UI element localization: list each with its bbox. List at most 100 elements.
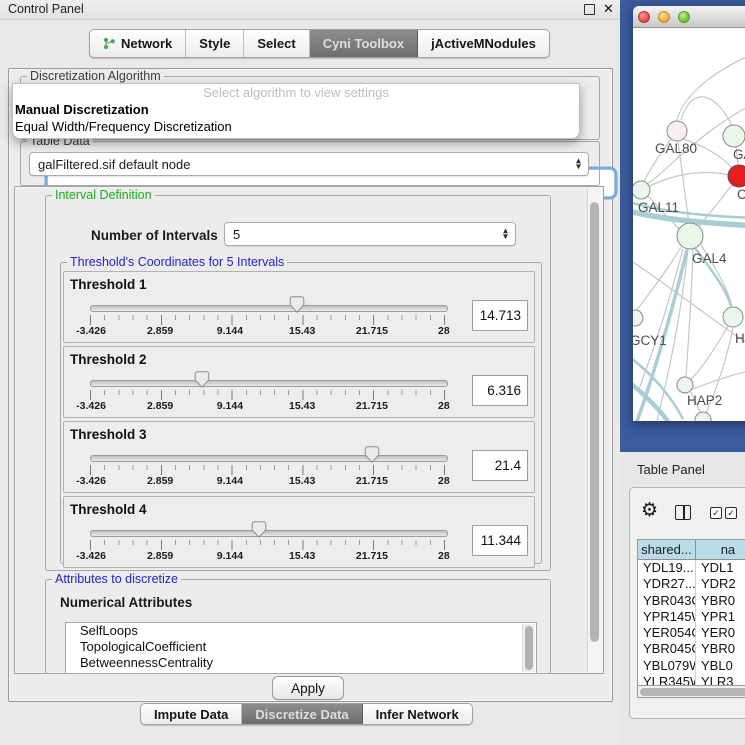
tab-style[interactable]: Style: [186, 30, 244, 57]
tab-select[interactable]: Select: [244, 30, 309, 57]
float-window-icon[interactable]: [584, 4, 595, 15]
scrollbar-thumb[interactable]: [640, 688, 745, 696]
tab-label: Select: [257, 36, 295, 51]
table-row[interactable]: YDL19...YDL1: [638, 560, 745, 576]
slider-ticks: [90, 390, 446, 400]
tab-label: jActiveMNodules: [431, 36, 536, 51]
network-window-titlebar[interactable]: [633, 6, 745, 28]
tab-label: Style: [199, 36, 230, 51]
table-panel-body: ⚙ ✓ ✓ shared... na YDL19...YDL1 YDR27...…: [629, 487, 745, 719]
tab-impute-data[interactable]: Impute Data: [141, 704, 242, 724]
node-label: H: [735, 331, 745, 346]
slider-ticks: [90, 540, 446, 550]
tab-network[interactable]: Network: [90, 30, 186, 57]
slider-tick-labels: -3.4262.859 9.14415.43 21.71528: [90, 400, 446, 412]
threshold-value-field[interactable]: [472, 450, 528, 481]
tab-jactivemnodules[interactable]: jActiveMNodules: [418, 30, 549, 57]
network-node[interactable]: [677, 377, 693, 393]
tab-cyni-toolbox[interactable]: Cyni Toolbox: [310, 30, 418, 57]
table-row[interactable]: YPR145WYPR1: [638, 609, 745, 625]
scrollbar-thumb[interactable]: [590, 202, 599, 642]
node-label: GAL: [733, 147, 745, 162]
combobox-value: 5: [233, 227, 240, 242]
slider-tick-labels: -3.4262.859 9.14415.43 21.71528: [90, 325, 446, 337]
slider-thumb[interactable]: [252, 521, 267, 541]
group-label: Attributes to discretize: [52, 572, 181, 586]
threshold-value-field[interactable]: [472, 525, 528, 556]
close-traffic-light[interactable]: [638, 11, 650, 23]
dropdown-item-manual[interactable]: Manual Discretization: [13, 101, 579, 118]
tab-label: Cyni Toolbox: [323, 36, 404, 51]
network-node[interactable]: [695, 412, 711, 421]
table-row[interactable]: YBR045CYBR0: [638, 641, 745, 657]
minimize-traffic-light[interactable]: [658, 11, 670, 23]
group-label: Interval Definition: [52, 188, 155, 202]
network-node[interactable]: [667, 121, 687, 141]
tab-discretize-data[interactable]: Discretize Data: [242, 704, 362, 724]
table-panel: Table Panel ⚙ ✓ ✓ shared... na YDL19...Y…: [620, 452, 745, 745]
bottom-tab-bar: Impute Data Discretize Data Infer Networ…: [140, 703, 473, 725]
threshold-2-box: Threshold 2 -3.4262.859 9.14415.43 21.71…: [63, 346, 535, 418]
threshold-value-field[interactable]: [472, 300, 528, 331]
num-intervals-combobox[interactable]: 5 ▲▼: [224, 222, 516, 246]
threshold-label: Threshold 2: [70, 352, 147, 367]
network-icon: [103, 37, 116, 50]
table-horizontal-scrollbar[interactable]: [637, 685, 745, 698]
network-node[interactable]: [723, 307, 743, 327]
pane-scrollbar[interactable]: [587, 188, 602, 672]
zoom-traffic-light[interactable]: [678, 11, 690, 23]
slider-tick-labels: -3.4262.859 9.14415.43 21.71528: [90, 475, 446, 487]
table-row[interactable]: YBL079WYBL0: [638, 658, 745, 674]
table-row[interactable]: YDR27...YDR2: [638, 576, 745, 592]
network-node[interactable]: [677, 223, 703, 249]
node-label: GAL80: [655, 141, 697, 156]
list-item[interactable]: TopologicalCoefficient: [66, 639, 536, 655]
table-data-group: Table Data galFiltered.sif default node …: [20, 141, 600, 186]
threshold-label: Threshold 3: [70, 427, 147, 442]
checkbox-icon[interactable]: ✓: [725, 507, 737, 519]
network-node-labels: GAL80 GAL C GAL11 GAL4 GCY1 H HAP2: [633, 141, 745, 408]
slider-thumb[interactable]: [195, 371, 210, 391]
panel-title: Control Panel: [8, 2, 84, 16]
network-node[interactable]: [633, 310, 643, 326]
column-header[interactable]: shared...: [638, 540, 696, 559]
table-row[interactable]: YER054CYER0: [638, 625, 745, 641]
close-icon[interactable]: ✕: [603, 1, 614, 17]
tab-label: Impute Data: [154, 707, 228, 722]
table-row[interactable]: YBR043CYBR0: [638, 593, 745, 609]
column-header[interactable]: na: [696, 540, 745, 559]
network-view-window: GAL80 GAL C GAL11 GAL4 GCY1 H HAP2: [633, 6, 745, 421]
apply-button[interactable]: Apply: [272, 676, 344, 700]
dropdown-placeholder: Select algorithm to view settings: [13, 84, 579, 101]
network-node[interactable]: [723, 125, 745, 147]
list-item[interactable]: SelfLoops: [66, 623, 536, 639]
dropdown-item-equal-width[interactable]: Equal Width/Frequency Discretization: [13, 118, 579, 135]
top-tab-bar: Network Style Select Cyni Toolbox jActiv…: [89, 29, 550, 58]
checkbox-icon[interactable]: ✓: [710, 507, 722, 519]
network-node[interactable]: [633, 181, 650, 199]
numerical-attributes-heading: Numerical Attributes: [60, 595, 192, 610]
attributes-group: Attributes to discretize Numerical Attri…: [45, 579, 551, 674]
network-node-selected[interactable]: [728, 165, 745, 187]
split-columns-icon[interactable]: [675, 505, 691, 520]
node-label: GAL11: [638, 200, 679, 215]
group-label: Threshold's Coordinates for 5 Intervals: [67, 255, 287, 269]
threshold-value-field[interactable]: [472, 375, 528, 406]
network-canvas[interactable]: GAL80 GAL C GAL11 GAL4 GCY1 H HAP2: [633, 27, 745, 421]
control-panel-titlebar: Control Panel ✕: [0, 0, 620, 20]
list-item[interactable]: BetweennessCentrality: [66, 655, 536, 671]
slider-thumb[interactable]: [364, 446, 379, 466]
tab-infer-network[interactable]: Infer Network: [363, 704, 472, 724]
threshold-label: Threshold 4: [70, 502, 147, 517]
slider-thumb[interactable]: [289, 296, 304, 316]
slider-ticks: [90, 315, 446, 325]
tab-label: Infer Network: [376, 707, 459, 722]
threshold-4-box: Threshold 4 -3.4262.859 9.14415.43 21.71…: [63, 496, 535, 568]
settings-scroll-pane: Interval Definition Number of Intervals …: [14, 186, 604, 674]
tab-label: Network: [121, 36, 172, 51]
gear-icon[interactable]: ⚙: [641, 501, 658, 520]
list-scrollbar[interactable]: [522, 624, 535, 672]
threshold-3-box: Threshold 3 -3.4262.859 9.14415.43 21.71…: [63, 421, 535, 493]
node-label: GAL4: [692, 251, 727, 266]
table-data-combobox[interactable]: galFiltered.sif default node ▲▼: [29, 152, 589, 176]
